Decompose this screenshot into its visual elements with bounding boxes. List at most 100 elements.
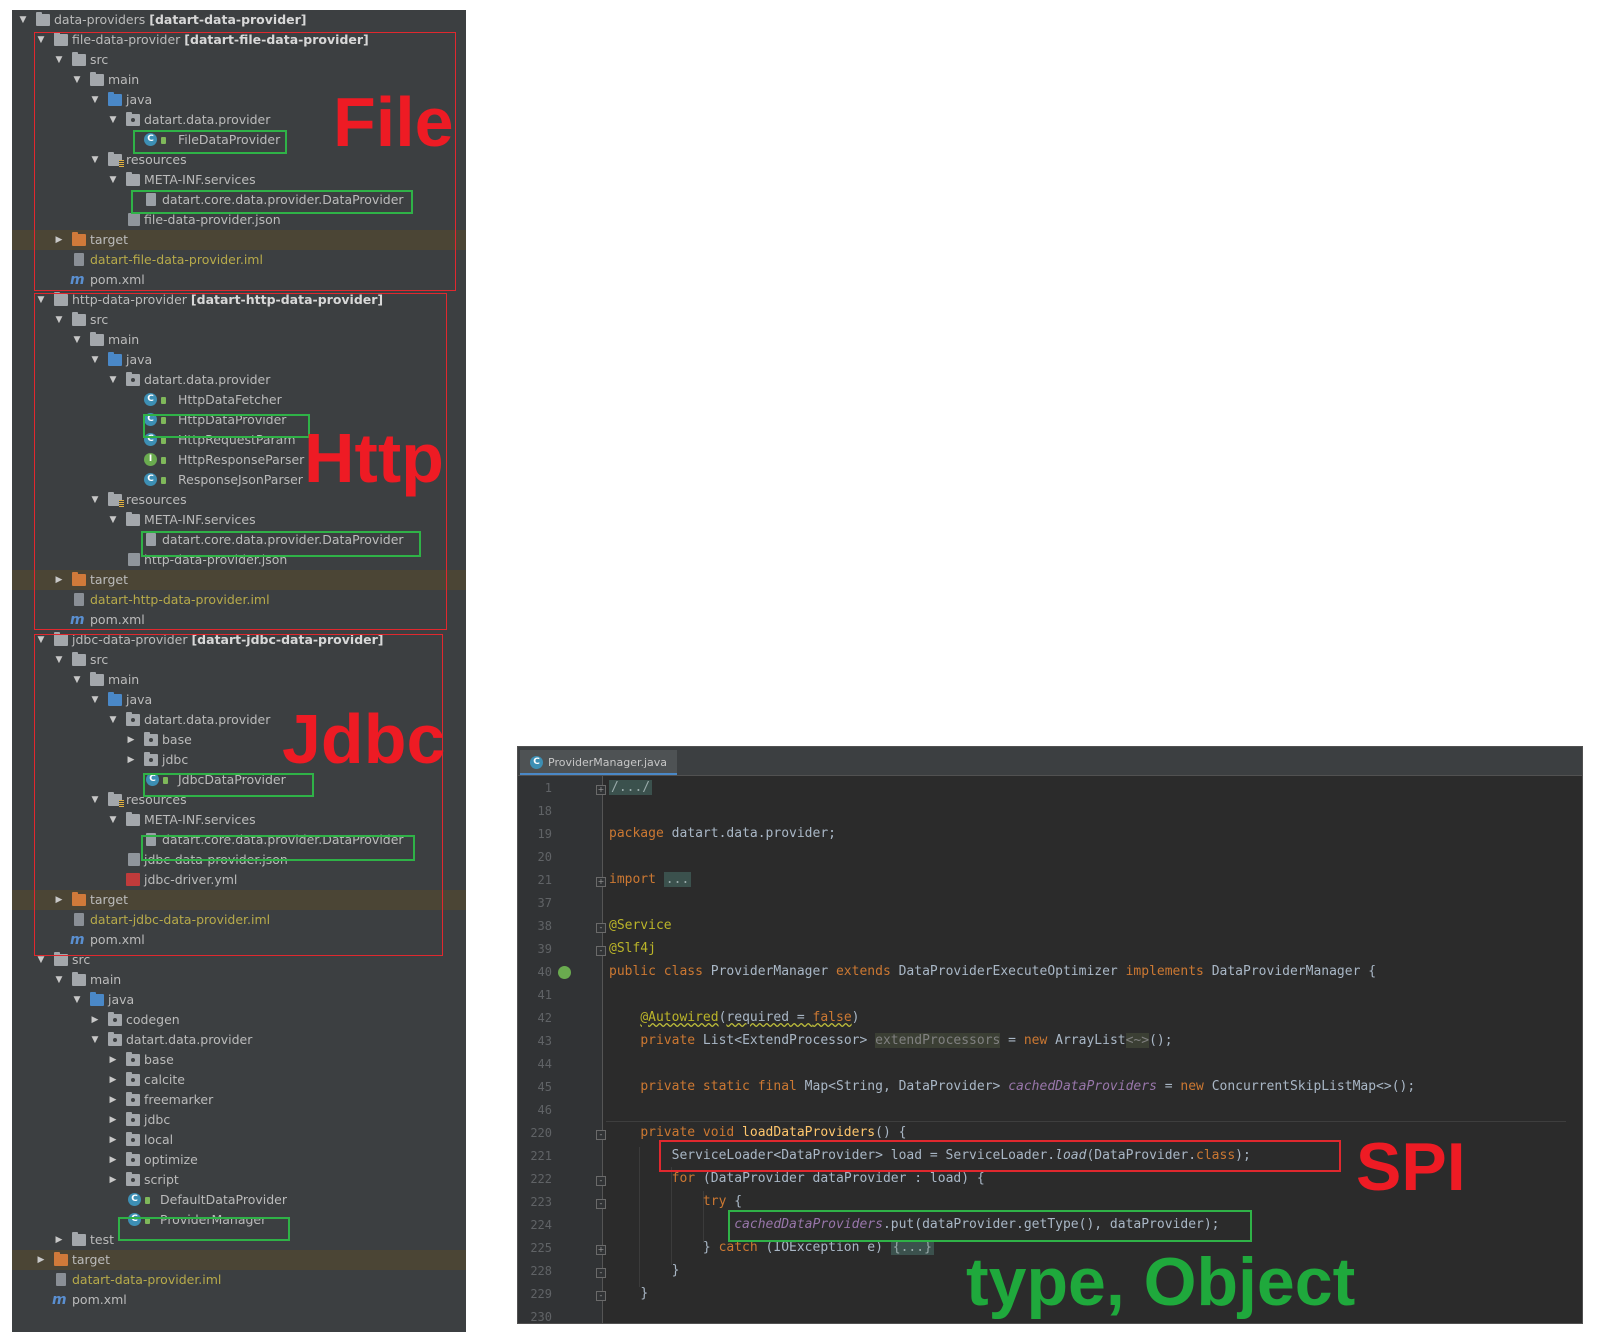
node-label: codegen bbox=[126, 1012, 180, 1027]
fold-toggle-icon[interactable]: + bbox=[596, 1245, 606, 1255]
collapse-arrow-icon[interactable]: ▶ bbox=[36, 1250, 46, 1270]
collapse-arrow-icon[interactable]: ▶ bbox=[90, 1010, 100, 1030]
spi-load-highlight bbox=[659, 1140, 1341, 1172]
tree-node-pom[interactable]: m pom.xml bbox=[12, 1290, 466, 1310]
line-number: 41 bbox=[537, 988, 552, 1002]
lock-icon bbox=[145, 1197, 150, 1204]
code-line-220[interactable]: private void loadDataProviders() { bbox=[609, 1125, 906, 1140]
code-line-19[interactable]: package datart.data.provider; bbox=[609, 826, 836, 841]
fold-toggle-icon[interactable]: - bbox=[596, 1268, 606, 1278]
code-line-222[interactable]: for (DataProvider dataProvider : load) { bbox=[609, 1171, 985, 1186]
collapse-arrow-icon[interactable]: ▶ bbox=[54, 1230, 64, 1250]
code-line-229[interactable]: } bbox=[609, 1286, 648, 1301]
line-number: 230 bbox=[530, 1310, 552, 1324]
fold-toggle-icon[interactable]: - bbox=[596, 1199, 606, 1209]
tree-node-class-defaultdataprovider[interactable]: C DefaultDataProvider bbox=[12, 1190, 466, 1210]
tree-node-subpackage-optimize[interactable]: ▶ optimize bbox=[12, 1150, 466, 1170]
collapse-arrow-icon[interactable]: ▶ bbox=[108, 1150, 118, 1170]
code-line-42[interactable]: @Autowired(required = false) bbox=[609, 1010, 859, 1025]
tree-node-subpackage-calcite[interactable]: ▶ calcite bbox=[12, 1070, 466, 1090]
line-number: 21 bbox=[537, 873, 552, 887]
tree-node-subpackage-local[interactable]: ▶ local bbox=[12, 1130, 466, 1150]
expand-arrow-icon[interactable]: ▼ bbox=[72, 990, 82, 1010]
tree-node-package[interactable]: ▼ datart.data.provider bbox=[12, 1030, 466, 1050]
iml-file-icon bbox=[56, 1273, 66, 1286]
expand-arrow-icon[interactable]: ▼ bbox=[18, 10, 28, 30]
tree-node-subpackage-freemarker[interactable]: ▶ freemarker bbox=[12, 1090, 466, 1110]
collapse-arrow-icon[interactable]: ▶ bbox=[108, 1170, 118, 1190]
folder-icon bbox=[72, 1232, 86, 1246]
tree-node-target[interactable]: ▶ target bbox=[12, 1250, 466, 1270]
folded-comment[interactable]: /.../ bbox=[609, 780, 653, 795]
node-label: datart.data.provider bbox=[126, 1032, 253, 1047]
tree-node-subpackage-script[interactable]: ▶ script bbox=[12, 1170, 466, 1190]
code-line-45[interactable]: private static final Map<String, DataPro… bbox=[609, 1079, 1415, 1094]
tree-node-subpackage-base[interactable]: ▶ base bbox=[12, 1050, 466, 1070]
file-service-file-highlight bbox=[131, 190, 413, 214]
line-number: 225 bbox=[530, 1241, 552, 1255]
code-line-21[interactable]: import ... bbox=[609, 872, 692, 887]
excluded-folder-icon bbox=[54, 1252, 68, 1266]
package-icon bbox=[126, 1172, 140, 1186]
fold-toggle-icon[interactable]: - bbox=[596, 923, 606, 933]
code-line-40[interactable]: public class ProviderManager extends Dat… bbox=[609, 964, 1376, 979]
http-service-file-highlight bbox=[141, 531, 421, 557]
providermanager-highlight bbox=[118, 1217, 290, 1241]
code-line-38[interactable]: @Service bbox=[609, 918, 672, 933]
spring-bean-icon[interactable] bbox=[558, 966, 571, 979]
collapse-arrow-icon[interactable]: ▶ bbox=[108, 1070, 118, 1090]
gutter-separator bbox=[602, 776, 603, 1323]
module-folder-icon bbox=[36, 12, 50, 26]
node-label: optimize bbox=[144, 1152, 198, 1167]
fold-toggle-icon[interactable]: - bbox=[596, 1291, 606, 1301]
expand-arrow-icon[interactable]: ▼ bbox=[54, 970, 64, 990]
folded-imports[interactable]: ... bbox=[663, 872, 692, 887]
line-number: 1 bbox=[544, 781, 552, 795]
line-number: 222 bbox=[530, 1172, 552, 1186]
collapse-arrow-icon[interactable]: ▶ bbox=[108, 1090, 118, 1110]
code-line-43[interactable]: private List<ExtendProcessor> extendProc… bbox=[609, 1033, 1173, 1048]
collapse-arrow-icon[interactable]: ▶ bbox=[108, 1130, 118, 1150]
code-line-223[interactable]: try { bbox=[609, 1194, 742, 1209]
package-icon bbox=[126, 1132, 140, 1146]
source-folder-icon bbox=[90, 992, 104, 1006]
package-icon bbox=[126, 1052, 140, 1066]
node-label: base bbox=[144, 1052, 174, 1067]
fold-toggle-icon[interactable]: - bbox=[596, 1130, 606, 1140]
line-number: 229 bbox=[530, 1287, 552, 1301]
node-label: calcite bbox=[144, 1072, 185, 1087]
fold-toggle-icon[interactable]: - bbox=[596, 1176, 606, 1186]
folded-block[interactable]: {...} bbox=[890, 1240, 934, 1255]
node-label: freemarker bbox=[144, 1092, 214, 1107]
line-number: 37 bbox=[537, 896, 552, 910]
collapse-arrow-icon[interactable]: ▶ bbox=[108, 1110, 118, 1130]
line-number: 223 bbox=[530, 1195, 552, 1209]
collapse-arrow-icon[interactable]: ▶ bbox=[108, 1050, 118, 1070]
line-number: 20 bbox=[537, 850, 552, 864]
fold-toggle-icon[interactable]: + bbox=[596, 877, 606, 887]
node-label: DefaultDataProvider bbox=[160, 1192, 287, 1207]
file-annotation: File bbox=[333, 83, 454, 161]
fold-toggle-icon[interactable]: + bbox=[596, 785, 606, 795]
tree-node-subpackage-jdbc[interactable]: ▶ jdbc bbox=[12, 1110, 466, 1130]
node-label: main bbox=[90, 972, 122, 987]
line-number: 40 bbox=[537, 965, 552, 979]
code-line-225[interactable]: } catch (IOException e) {...} bbox=[609, 1240, 934, 1255]
tree-node-codegen[interactable]: ▶ codegen bbox=[12, 1010, 466, 1030]
code-line-39[interactable]: @Slf4j bbox=[609, 941, 656, 956]
tab-providermanager[interactable]: C ProviderManager.java bbox=[520, 750, 678, 775]
class-icon: C bbox=[530, 756, 543, 769]
method-separator bbox=[606, 1121, 1566, 1122]
httpdataprovider-highlight bbox=[143, 414, 310, 438]
code-line-1[interactable]: /.../ bbox=[609, 780, 653, 795]
tree-node-iml[interactable]: datart-data-provider.iml bbox=[12, 1270, 466, 1290]
node-label: java bbox=[108, 992, 135, 1007]
fold-toggle-icon[interactable]: - bbox=[596, 946, 606, 956]
code-line-228[interactable]: } bbox=[609, 1263, 680, 1278]
tree-node-data-providers[interactable]: ▼ data-providers [datart-data-provider] bbox=[12, 10, 466, 30]
line-number: 220 bbox=[530, 1126, 552, 1140]
tree-node-main[interactable]: ▼ main bbox=[12, 970, 466, 990]
tree-node-java[interactable]: ▼ java bbox=[12, 990, 466, 1010]
expand-arrow-icon[interactable]: ▼ bbox=[90, 1030, 100, 1050]
package-icon bbox=[126, 1072, 140, 1086]
